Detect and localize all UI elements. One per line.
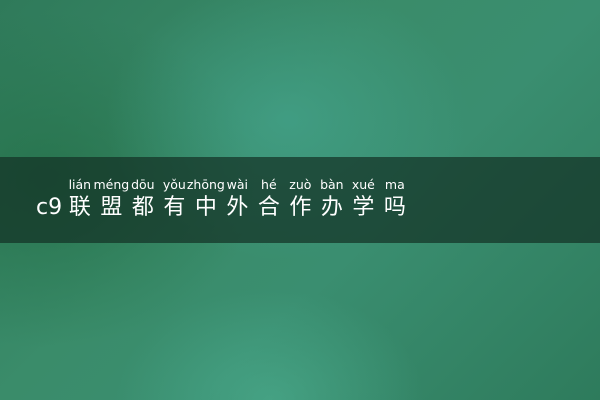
hanzi-char: 外 bbox=[226, 195, 249, 220]
pinyin-label: ma bbox=[384, 177, 405, 192]
pinyin-label: bàn bbox=[320, 177, 344, 192]
title-char: dōu 都 bbox=[127, 177, 159, 223]
pinyin-label: hé bbox=[261, 177, 277, 192]
title-char: xué 学 bbox=[348, 177, 380, 223]
title-char: yǒu 有 bbox=[159, 177, 191, 223]
hanzi-char: 联 bbox=[68, 195, 91, 220]
title-char: lián 联 bbox=[64, 177, 96, 223]
pinyin-label: wài bbox=[226, 177, 249, 192]
hanzi-char: 学 bbox=[352, 195, 375, 220]
pinyin-label: zhōng bbox=[186, 177, 225, 192]
pinyin-label: dōu bbox=[131, 177, 155, 192]
hanzi-char: 都 bbox=[131, 195, 154, 220]
hanzi-char: 中 bbox=[194, 195, 217, 220]
pinyin-label: lián bbox=[68, 177, 92, 192]
hanzi-char: 盟 bbox=[100, 195, 123, 220]
title-banner: c9 lián 联 méng 盟 dōu 都 yǒu 有 zhōng 中 wài… bbox=[0, 157, 600, 243]
hanzi-char: 合 bbox=[257, 195, 280, 220]
hanzi-char: 办 bbox=[320, 195, 343, 220]
pinyin-label: yǒu bbox=[162, 177, 186, 192]
hanzi-char: 吗 bbox=[383, 195, 406, 220]
hanzi-char: 有 bbox=[163, 195, 186, 220]
page-background: { "title": { "prefix": "c9", "chars": [ … bbox=[0, 0, 600, 400]
hanzi-char: 作 bbox=[289, 195, 312, 220]
page-title: c9 lián 联 méng 盟 dōu 都 yǒu 有 zhōng 中 wài… bbox=[36, 177, 411, 223]
title-char: zuò 作 bbox=[285, 177, 317, 223]
pinyin-label: méng bbox=[93, 177, 130, 192]
title-char: ma 吗 bbox=[379, 177, 411, 223]
title-char: bàn 办 bbox=[316, 177, 348, 223]
pinyin-label: zuò bbox=[289, 177, 312, 192]
title-char: wài 外 bbox=[222, 177, 254, 223]
title-char: hé 合 bbox=[253, 177, 285, 223]
title-prefix: c9 bbox=[36, 195, 63, 220]
pinyin-label: xué bbox=[351, 177, 375, 192]
title-char: méng 盟 bbox=[93, 177, 130, 223]
title-char: zhōng 中 bbox=[186, 177, 225, 223]
